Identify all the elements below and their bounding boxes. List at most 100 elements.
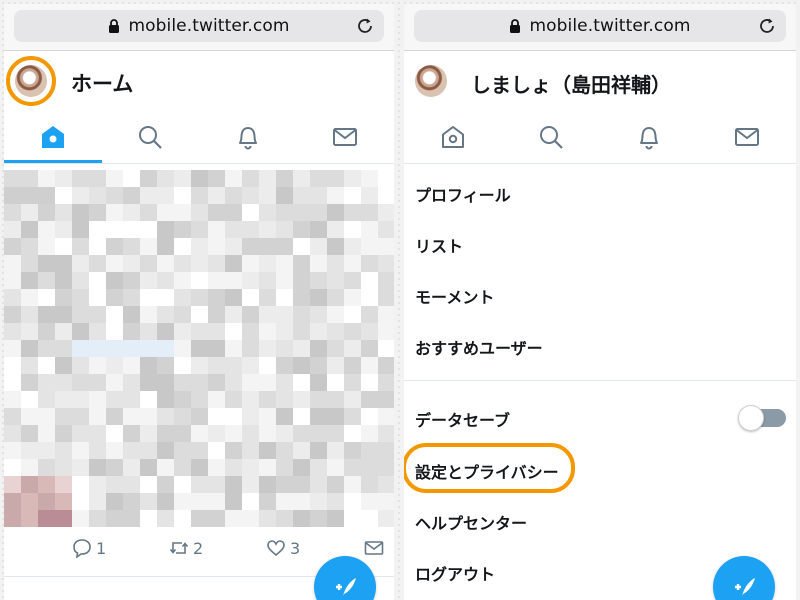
pixelated-content bbox=[4, 255, 21, 272]
pixelated-content bbox=[21, 306, 38, 323]
pixelated-content bbox=[89, 374, 106, 391]
tab-messages[interactable] bbox=[698, 111, 796, 163]
pixelated-content bbox=[72, 340, 89, 357]
pixelated-content bbox=[225, 357, 242, 374]
tab-home[interactable] bbox=[404, 111, 502, 163]
menu-item-lists[interactable]: リスト bbox=[415, 233, 463, 257]
reload-icon[interactable] bbox=[357, 17, 374, 35]
pixelated-content bbox=[225, 425, 242, 442]
address-bar[interactable]: mobile.twitter.com bbox=[14, 10, 384, 42]
pixelated-content bbox=[4, 289, 21, 306]
pixelated-content bbox=[259, 238, 276, 255]
pixelated-content bbox=[157, 408, 174, 425]
pixelated-content bbox=[225, 323, 242, 340]
pixelated-content bbox=[72, 272, 89, 289]
app-header: しましょ（島田祥輔） bbox=[404, 51, 796, 111]
pixelated-content bbox=[55, 272, 72, 289]
timeline-feed[interactable]: 1 2 3 bbox=[4, 164, 394, 600]
pixelated-content bbox=[38, 255, 55, 272]
pixelated-content bbox=[242, 340, 259, 357]
pixelated-content bbox=[123, 510, 140, 527]
pixelated-content bbox=[378, 408, 394, 425]
tab-messages[interactable] bbox=[297, 111, 395, 163]
tab-bar-border bbox=[404, 163, 796, 164]
pixelated-content bbox=[259, 221, 276, 238]
menu-item-moments[interactable]: モーメント bbox=[415, 284, 494, 308]
pixelated-content bbox=[21, 510, 38, 527]
reply-button[interactable]: 1 bbox=[72, 538, 106, 558]
pixelated-content bbox=[89, 187, 106, 204]
pixelated-content bbox=[293, 408, 310, 425]
pixelated-content bbox=[361, 391, 378, 408]
pixelated-content bbox=[38, 357, 55, 374]
pixelated-content bbox=[208, 340, 225, 357]
pixelated-content bbox=[55, 340, 72, 357]
pixelated-content bbox=[21, 289, 38, 306]
pixelated-content bbox=[276, 425, 293, 442]
pixelated-content bbox=[38, 221, 55, 238]
reload-icon[interactable] bbox=[759, 17, 776, 35]
pixelated-content bbox=[106, 442, 123, 459]
tab-notifications[interactable] bbox=[199, 111, 297, 163]
pixelated-content bbox=[344, 255, 361, 272]
pixelated-content bbox=[327, 425, 344, 442]
pixelated-content bbox=[4, 221, 21, 238]
pixelated-content bbox=[55, 425, 72, 442]
pixelated-content bbox=[293, 306, 310, 323]
pixelated-content bbox=[21, 272, 38, 289]
tab-home[interactable] bbox=[4, 111, 102, 163]
pixelated-content bbox=[123, 425, 140, 442]
pixelated-content bbox=[378, 272, 394, 289]
pixelated-content bbox=[123, 306, 140, 323]
pixelated-content bbox=[310, 323, 327, 340]
home-icon bbox=[442, 126, 464, 148]
like-button[interactable]: 3 bbox=[266, 538, 300, 558]
pixelated-content bbox=[89, 493, 106, 510]
pixelated-content bbox=[225, 306, 242, 323]
pixelated-content bbox=[157, 187, 174, 204]
tab-notifications[interactable] bbox=[600, 111, 698, 163]
pixelated-content bbox=[123, 408, 140, 425]
menu-item-profile[interactable]: プロフィール bbox=[415, 182, 511, 206]
pixelated-content bbox=[72, 357, 89, 374]
direct-message-button[interactable] bbox=[364, 538, 388, 558]
address-bar[interactable]: mobile.twitter.com bbox=[414, 10, 786, 42]
tab-search[interactable] bbox=[502, 111, 600, 163]
pixelated-content bbox=[174, 391, 191, 408]
pixelated-content bbox=[72, 187, 89, 204]
pixelated-content bbox=[55, 442, 72, 459]
pixelated-content bbox=[242, 391, 259, 408]
pixelated-content bbox=[21, 425, 38, 442]
pixelated-content bbox=[157, 204, 174, 221]
pixelated-content bbox=[310, 238, 327, 255]
pixelated-content bbox=[140, 323, 157, 340]
pixelated-content bbox=[123, 255, 140, 272]
pixelated-content bbox=[89, 442, 106, 459]
menu-item-help-center[interactable]: ヘルプセンター bbox=[415, 510, 527, 534]
pixelated-content bbox=[259, 374, 276, 391]
pixelated-content bbox=[225, 255, 242, 272]
retweet-icon bbox=[169, 542, 189, 554]
pixelated-content bbox=[21, 170, 38, 187]
pixelated-content bbox=[174, 459, 191, 476]
pixelated-content bbox=[123, 476, 140, 493]
pixelated-content bbox=[361, 204, 378, 221]
menu-item-logout[interactable]: ログアウト bbox=[415, 561, 495, 585]
pixelated-content bbox=[361, 306, 378, 323]
data-saver-toggle[interactable] bbox=[738, 405, 786, 431]
compose-tweet-button[interactable] bbox=[713, 556, 775, 600]
retweet-button[interactable]: 2 bbox=[169, 538, 203, 558]
pixelated-content bbox=[191, 238, 208, 255]
pixelated-content bbox=[310, 289, 327, 306]
avatar[interactable] bbox=[415, 65, 447, 97]
pixelated-content bbox=[259, 357, 276, 374]
pixelated-content bbox=[38, 272, 55, 289]
pixelated-content bbox=[174, 408, 191, 425]
menu-item-recommended-users[interactable]: おすすめユーザー bbox=[415, 335, 543, 359]
pixelated-content bbox=[55, 374, 72, 391]
pixelated-content bbox=[310, 459, 327, 476]
pixelated-content bbox=[276, 204, 293, 221]
pixelated-content bbox=[38, 510, 55, 527]
tab-search[interactable] bbox=[102, 111, 200, 163]
pixelated-content bbox=[310, 170, 327, 187]
